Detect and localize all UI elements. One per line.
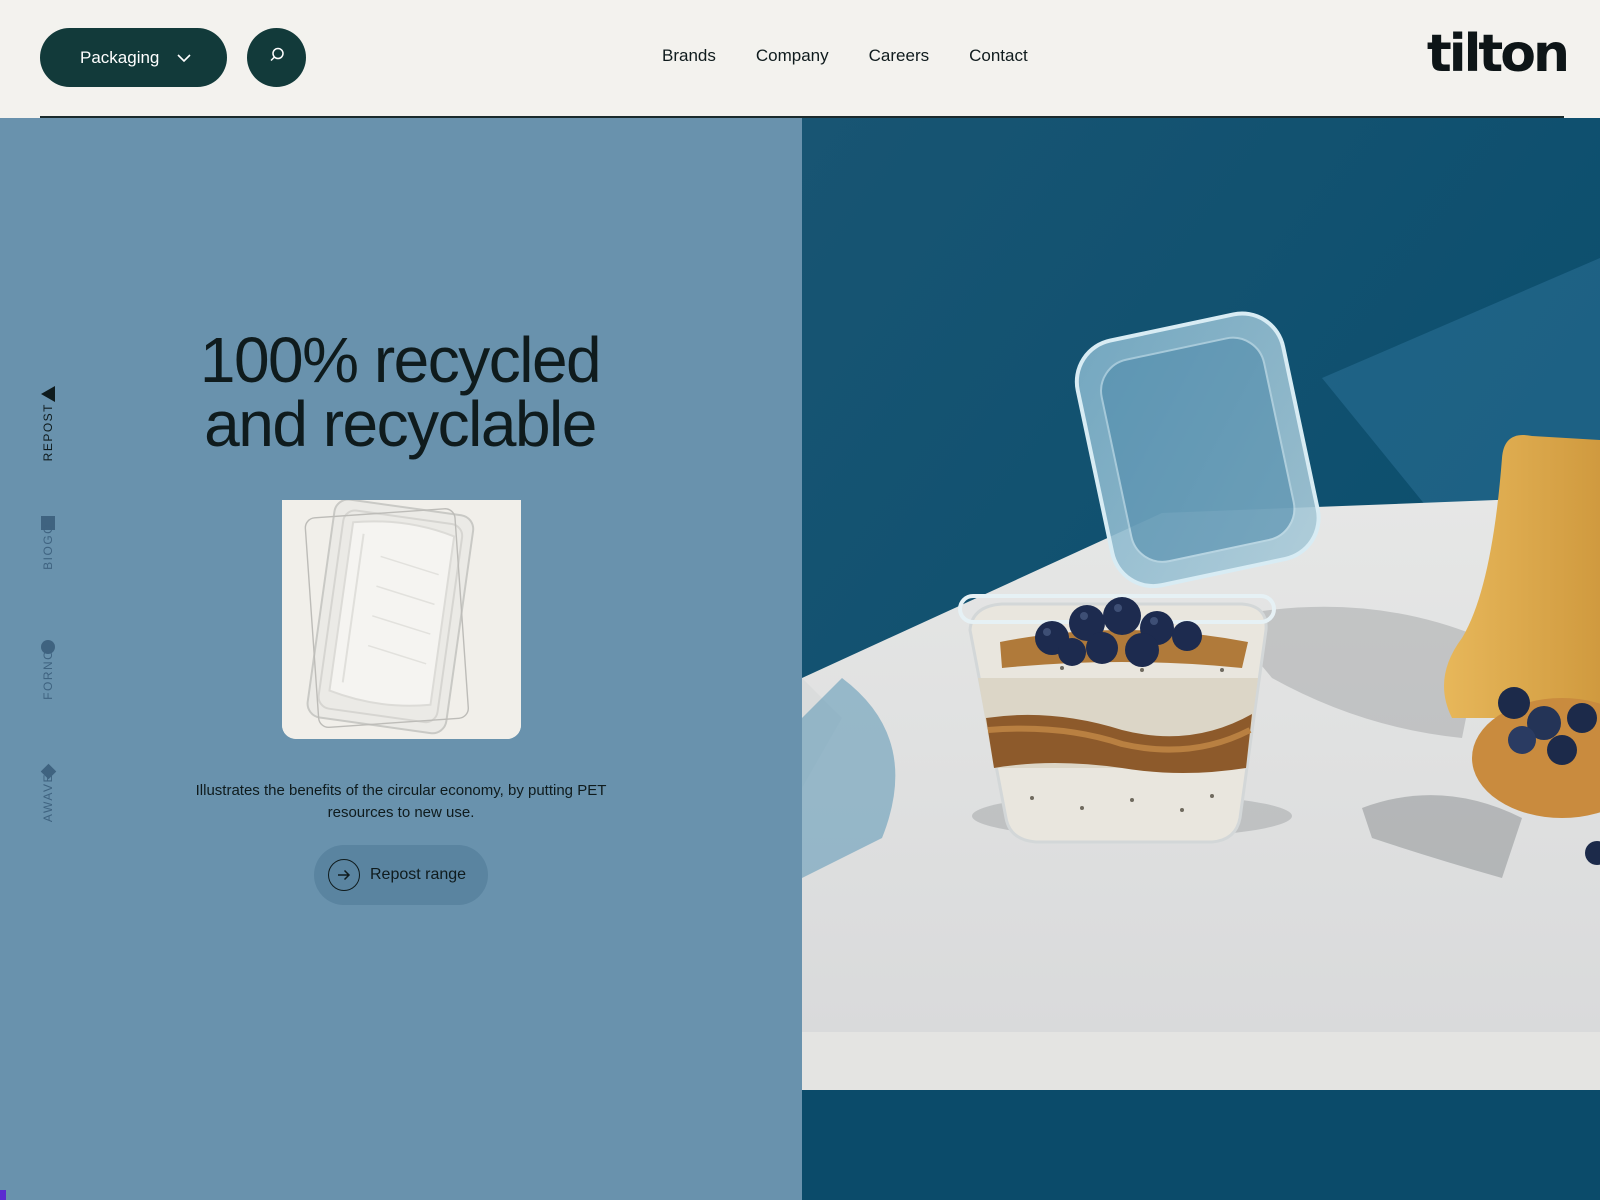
nav-company[interactable]: Company	[756, 46, 829, 66]
edge-accent	[0, 1190, 6, 1200]
nav-brands[interactable]: Brands	[662, 46, 716, 66]
hero-left-panel: REPOST BIOGO FORNO AWAVE 100% recycled a…	[0, 118, 802, 1200]
vnav-label: REPOST	[41, 403, 55, 462]
vnav-label: BIOGO	[41, 523, 55, 570]
hero-headline: 100% recycled and recyclable	[140, 328, 660, 456]
chevron-down-icon	[175, 49, 193, 67]
tilton-logo[interactable]: tilton	[1427, 24, 1570, 84]
arrow-right-circle-icon	[328, 859, 360, 891]
packaging-dropdown-label: Packaging	[80, 47, 160, 67]
nav-contact[interactable]: Contact	[969, 46, 1028, 66]
product-image	[282, 500, 521, 739]
hero-photo	[802, 118, 1600, 1200]
repost-range-button[interactable]: Repost range	[314, 845, 488, 905]
triangle-icon	[41, 386, 55, 402]
hero-description: Illustrates the benefits of the circular…	[195, 782, 607, 821]
main-nav: Brands Company Careers Contact	[662, 46, 1028, 66]
headline-line-2: and recyclable	[204, 388, 597, 460]
nav-careers[interactable]: Careers	[869, 46, 929, 66]
vnav-label: AWAVE	[41, 773, 55, 823]
cta-label: Repost range	[370, 866, 467, 883]
vnav-label: FORNO	[41, 649, 55, 700]
headline-line-1: 100% recycled	[199, 324, 602, 396]
site-header: Packaging Brands Company Careers Contact…	[0, 0, 1600, 118]
search-icon	[267, 45, 287, 70]
search-button[interactable]	[247, 28, 306, 87]
packaging-dropdown-button[interactable]: Packaging	[40, 28, 227, 87]
